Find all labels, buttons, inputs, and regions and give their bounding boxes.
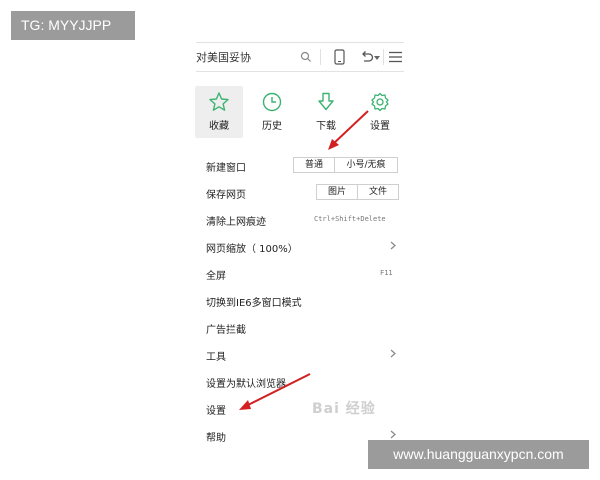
star-icon: [209, 92, 229, 111]
save-as-file-button[interactable]: 文件: [358, 185, 398, 199]
menu-help[interactable]: 帮助: [206, 429, 226, 444]
menu-save-page[interactable]: 保存网页: [206, 186, 246, 201]
menu-settings[interactable]: 设置: [206, 402, 226, 417]
new-window-incognito-button[interactable]: 小号/无痕: [335, 158, 397, 172]
chevron-right-icon: [390, 430, 396, 439]
menu-tools[interactable]: 工具: [206, 348, 226, 363]
new-window-normal-button[interactable]: 普通: [294, 158, 335, 172]
menu-new-window[interactable]: 新建窗口: [206, 159, 246, 174]
fullscreen-shortcut: F11: [380, 269, 393, 277]
toolbar-divider: [383, 49, 384, 65]
menu-ad-block[interactable]: 广告拦截: [206, 321, 246, 336]
undo-icon[interactable]: [360, 50, 374, 64]
chevron-right-icon: [390, 241, 396, 250]
annotation-arrow-icon: [328, 110, 369, 150]
browser-toolbar: 对美国妥协: [196, 42, 404, 72]
annotation-arrow-icon: [239, 373, 311, 410]
quick-label: 收藏: [209, 121, 229, 132]
address-text[interactable]: 对美国妥协: [196, 49, 251, 65]
menu-zoom[interactable]: 网页缩放（ 100%）: [206, 240, 298, 255]
new-window-options: 普通 小号/无痕: [293, 157, 398, 173]
save-page-options: 图片 文件: [316, 184, 399, 200]
clear-traces-shortcut: Ctrl+Shift+Delete: [314, 215, 386, 223]
save-as-image-button[interactable]: 图片: [317, 185, 358, 199]
quick-label: 历史: [262, 121, 282, 132]
hamburger-menu-icon[interactable]: [389, 51, 402, 63]
quick-history-button[interactable]: 历史: [247, 86, 297, 138]
menu-ie6-mode[interactable]: 切换到IE6多窗口模式: [206, 294, 302, 309]
phone-icon[interactable]: [334, 49, 345, 65]
clock-icon: [262, 92, 282, 112]
quick-favorites-button[interactable]: 收藏: [195, 86, 243, 138]
watermark-bottom-right: www.huangguanxypcn.com: [368, 440, 589, 469]
chevron-right-icon: [390, 349, 396, 358]
menu-fullscreen[interactable]: 全屏: [206, 267, 226, 282]
caret-down-icon[interactable]: [374, 56, 380, 60]
baidu-watermark: Bai 经验: [312, 401, 376, 417]
menu-clear-traces[interactable]: 清除上网痕迹: [206, 213, 266, 228]
watermark-top-left: TG: MYYJJPP: [11, 11, 135, 40]
search-icon[interactable]: [300, 51, 312, 63]
toolbar-divider: [320, 49, 321, 65]
